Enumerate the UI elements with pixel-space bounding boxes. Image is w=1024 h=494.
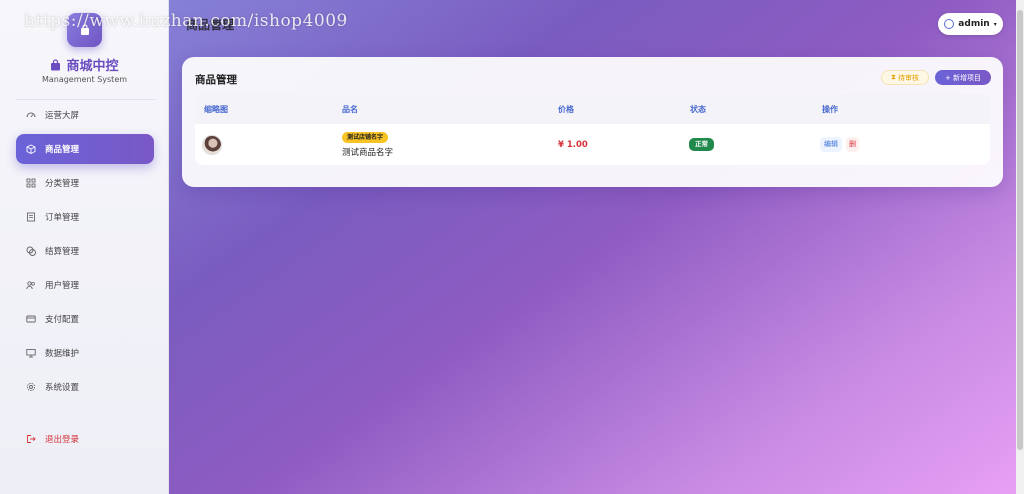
sidebar-item-label: 支付配置 [45,315,80,325]
sidebar-item-label: 系统设置 [45,383,80,393]
caret-down-icon: ▾ [993,20,997,28]
sidebar-item-label: 商品管理 [45,145,80,155]
table-header: 缩略图 品名 价格 状态 操作 [195,94,990,124]
delete-button[interactable]: 删 [846,137,859,152]
sidebar-item-users[interactable]: 用户管理 [16,270,154,300]
column-header-actions: 操作 [822,105,838,114]
brand-title: 商城中控 [0,55,169,74]
add-item-button[interactable]: + 新增项目 [935,70,991,85]
card-title: 商品管理 [195,74,237,86]
sidebar-item-label: 分类管理 [45,179,80,189]
dashboard-icon [26,110,36,120]
user-icon [944,19,955,29]
sidebar-item-dashboard[interactable]: 运营大屏 [16,100,154,130]
document-icon [26,212,36,222]
column-header-price: 价格 [558,105,574,114]
brand-subtitle: Management System [41,75,128,84]
column-header-thumbnail: 缩略图 [204,105,228,114]
status-badge: 正常 [689,138,714,151]
shopping-bag-icon [51,58,61,70]
watermark-text: https://www.huzhan.com/ishop4009 [24,11,348,31]
sidebar-item-products[interactable]: 商品管理 [16,134,154,164]
column-header-name: 品名 [342,105,358,114]
brand-title-text: 商城中控 [66,59,119,74]
coins-icon [26,246,36,256]
page-scrollbar[interactable] [1016,0,1024,494]
pending-label: 待审核 [897,73,919,82]
sidebar-item-categories[interactable]: 分类管理 [16,168,154,198]
sidebar-item-label: 结算管理 [45,247,80,257]
user-menu-button[interactable]: admin ▾ [938,13,1003,35]
users-icon [26,280,36,290]
credit-card-icon [26,314,36,324]
monitor-icon [26,348,36,358]
edit-button[interactable]: 编辑 [820,137,842,152]
sidebar: 商城中控 Management System 运营大屏 商品管理 分类管理 订单… [0,0,169,494]
user-name: admin [958,19,990,29]
sidebar-item-settlement[interactable]: 结算管理 [16,236,154,266]
shop-badge: 测试店铺名字 [342,132,389,143]
box-icon [26,144,36,154]
product-price: ¥ 1.00 [558,140,588,150]
product-thumbnail[interactable] [202,135,222,155]
scrollbar-thumb[interactable] [1017,10,1023,450]
sidebar-item-label: 运营大屏 [45,111,80,121]
hourglass-icon: ⧗ [891,73,896,81]
gear-icon [26,382,36,392]
sidebar-item-label: 订单管理 [45,213,80,223]
sidebar-item-data-maintenance[interactable]: 数据维护 [16,338,154,368]
products-card: 商品管理 ⧗ 待审核 + 新增项目 缩略图 品名 价格 状态 操作 测试店铺名字… [182,57,1003,187]
product-name: 测试商品名字 [342,148,394,158]
logout-icon [26,434,36,444]
pending-review-button[interactable]: ⧗ 待审核 [881,70,929,85]
grid-icon [26,178,36,188]
logout-label: 退出登录 [45,435,80,445]
sidebar-item-payment[interactable]: 支付配置 [16,304,154,334]
products-table: 缩略图 品名 价格 状态 操作 测试店铺名字 测试商品名字 ¥ 1.00 正常 … [195,94,990,165]
sidebar-item-orders[interactable]: 订单管理 [16,202,154,232]
sidebar-item-system-settings[interactable]: 系统设置 [16,372,154,402]
sidebar-item-label: 数据维护 [45,349,80,359]
table-row: 测试店铺名字 测试商品名字 ¥ 1.00 正常 编辑 删 [195,124,990,165]
logout-button[interactable]: 退出登录 [16,424,154,454]
sidebar-item-label: 用户管理 [45,281,80,291]
column-header-status: 状态 [690,105,706,114]
